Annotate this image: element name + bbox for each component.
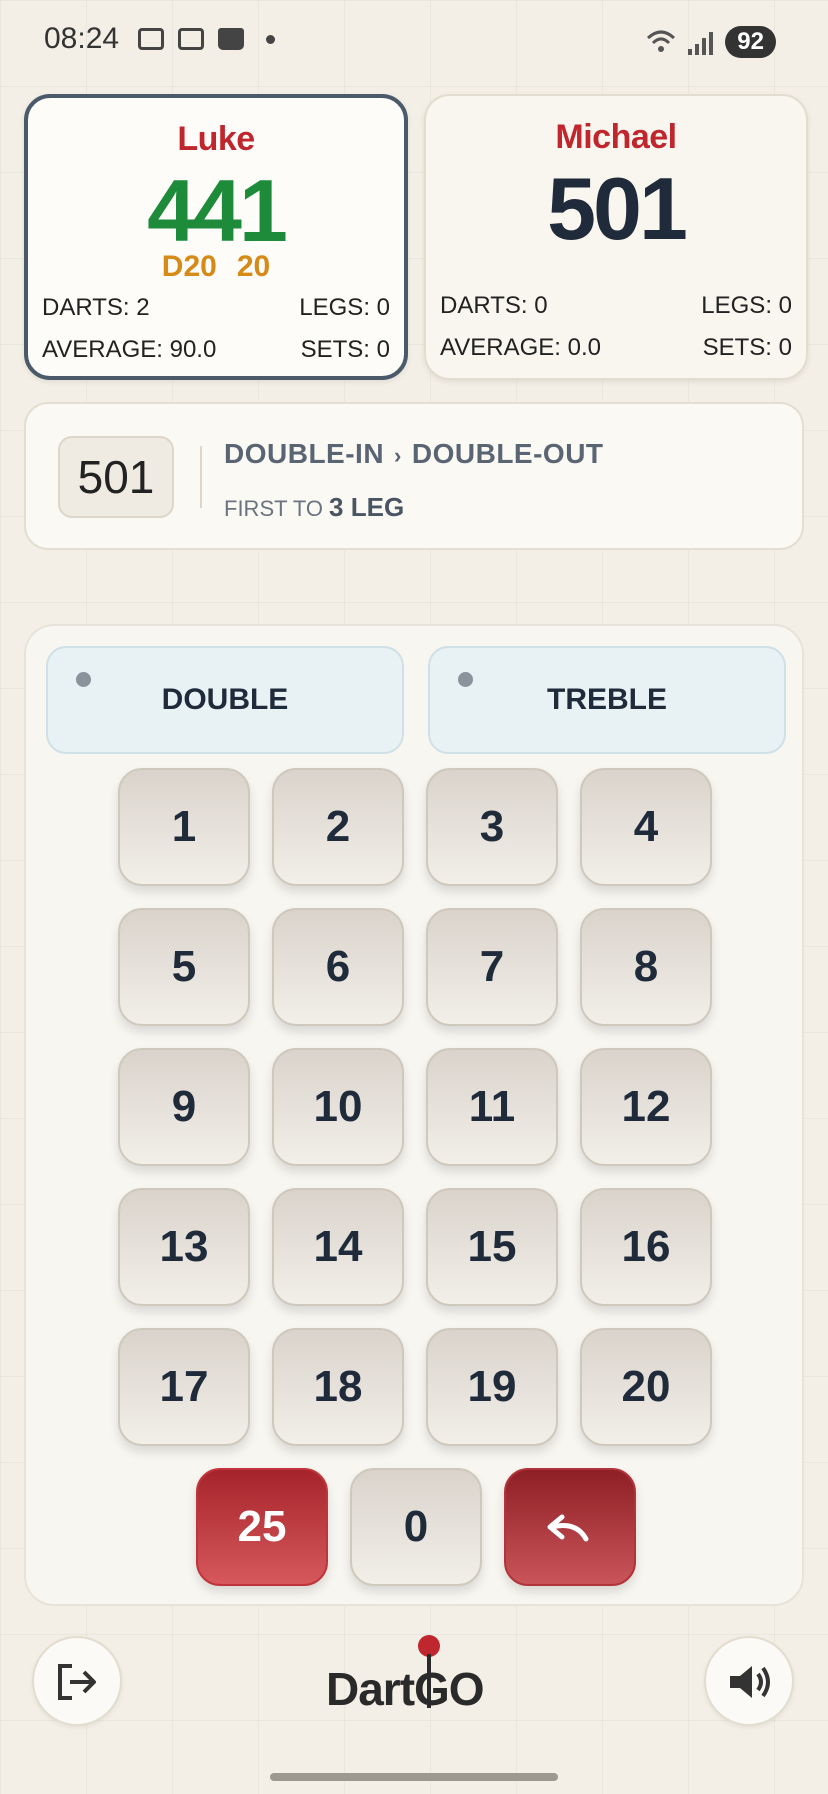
status-bar: 08:24 92 (0, 0, 828, 84)
darts-stat: DARTS: 2 (42, 294, 150, 321)
checkout-suggestion: D20 20 (28, 250, 404, 284)
chevron-right-icon: › (394, 443, 402, 468)
screenshot-icon (138, 28, 164, 50)
player-name: Luke (177, 120, 255, 158)
checkout-dart-2: 20 (236, 250, 271, 283)
player-card-luke: Luke 441 D20 20 DARTS: 2 LEGS: 0 AVERAGE:… (24, 94, 408, 380)
sound-toggle-button[interactable] (704, 1636, 794, 1726)
number-key-9[interactable]: 9 (118, 1048, 250, 1166)
exit-button[interactable] (32, 1636, 122, 1726)
number-key-14[interactable]: 14 (272, 1188, 404, 1306)
sets-stat: SETS: 0 (300, 336, 390, 363)
number-key-1[interactable]: 1 (118, 768, 250, 886)
first-to-text: FIRST TO (224, 496, 324, 521)
player-card-michael: Michael 501 DARTS: 0 LEGS: 0 AVERAGE: 0.… (424, 94, 808, 380)
keypad-panel: DOUBLE TREBLE 1 2 3 4 5 6 7 8 9 10 11 12 13 14 15 16 17 1… (24, 624, 804, 1606)
number-key-15[interactable]: 15 (426, 1188, 558, 1306)
first-to-label: FIRST TO 3 LEG (224, 492, 404, 523)
undo-button[interactable] (504, 1468, 636, 1586)
darts-stat: DARTS: 0 (440, 292, 548, 319)
notification-icons (138, 28, 275, 50)
mode-out: DOUBLE-OUT (411, 438, 604, 469)
calendar-icon (178, 28, 204, 50)
number-key-3[interactable]: 3 (426, 768, 558, 886)
wifi-icon (647, 30, 676, 52)
treble-label: TREBLE (547, 683, 667, 716)
number-key-16[interactable]: 16 (580, 1188, 712, 1306)
number-key-8[interactable]: 8 (580, 908, 712, 1026)
undo-icon (547, 1514, 589, 1542)
player-score: 501 (547, 159, 688, 258)
number-key-7[interactable]: 7 (426, 908, 558, 1026)
number-key-5[interactable]: 5 (118, 908, 250, 1026)
number-key-17[interactable]: 17 (118, 1328, 250, 1446)
divider (200, 446, 202, 508)
signal-icon (688, 29, 714, 55)
game-mode: DOUBLE-IN › DOUBLE-OUT (224, 438, 604, 470)
logo-text: DartGO (326, 1663, 485, 1715)
dartgo-logo: DartGO (326, 1634, 506, 1724)
player-score: 441 (147, 161, 288, 260)
number-key-10[interactable]: 10 (272, 1048, 404, 1166)
more-notifications-icon (266, 34, 275, 44)
number-key-6[interactable]: 6 (272, 908, 404, 1026)
indicator-led-icon (76, 672, 91, 687)
number-key-2[interactable]: 2 (272, 768, 404, 886)
treble-toggle[interactable]: TREBLE (428, 646, 786, 754)
game-info-card: 501 DOUBLE-IN › DOUBLE-OUT FIRST TO 3 LEG (24, 402, 804, 550)
player-name: Michael (555, 118, 677, 156)
legs-stat: LEGS: 0 (299, 294, 390, 321)
legs-stat: LEGS: 0 (701, 292, 792, 319)
number-key-11[interactable]: 11 (426, 1048, 558, 1166)
number-key-4[interactable]: 4 (580, 768, 712, 886)
average-stat: AVERAGE: 0.0 (440, 334, 601, 361)
number-key-12[interactable]: 12 (580, 1048, 712, 1166)
battery-indicator: 92 (725, 26, 776, 58)
home-indicator[interactable] (270, 1773, 558, 1781)
system-icons: 92 (646, 26, 776, 58)
sets-stat: SETS: 0 (702, 334, 792, 361)
speaker-icon (730, 1666, 770, 1698)
first-to-value: 3 LEG (329, 492, 405, 522)
number-key-20[interactable]: 20 (580, 1328, 712, 1446)
mode-in: DOUBLE-IN (224, 438, 385, 469)
double-label: DOUBLE (161, 683, 289, 716)
logout-icon (58, 1664, 96, 1700)
start-score-badge: 501 (58, 436, 174, 518)
bull-25-key[interactable]: 25 (196, 1468, 328, 1586)
status-time: 08:24 (44, 22, 120, 55)
average-stat: AVERAGE: 90.0 (42, 336, 217, 363)
number-key-13[interactable]: 13 (118, 1188, 250, 1306)
number-key-19[interactable]: 19 (426, 1328, 558, 1446)
checkout-dart-1: D20 (161, 250, 217, 283)
shopping-bag-icon (218, 28, 244, 50)
indicator-led-icon (458, 672, 473, 687)
number-key-18[interactable]: 18 (272, 1328, 404, 1446)
miss-0-key[interactable]: 0 (350, 1468, 482, 1586)
double-toggle[interactable]: DOUBLE (46, 646, 404, 754)
